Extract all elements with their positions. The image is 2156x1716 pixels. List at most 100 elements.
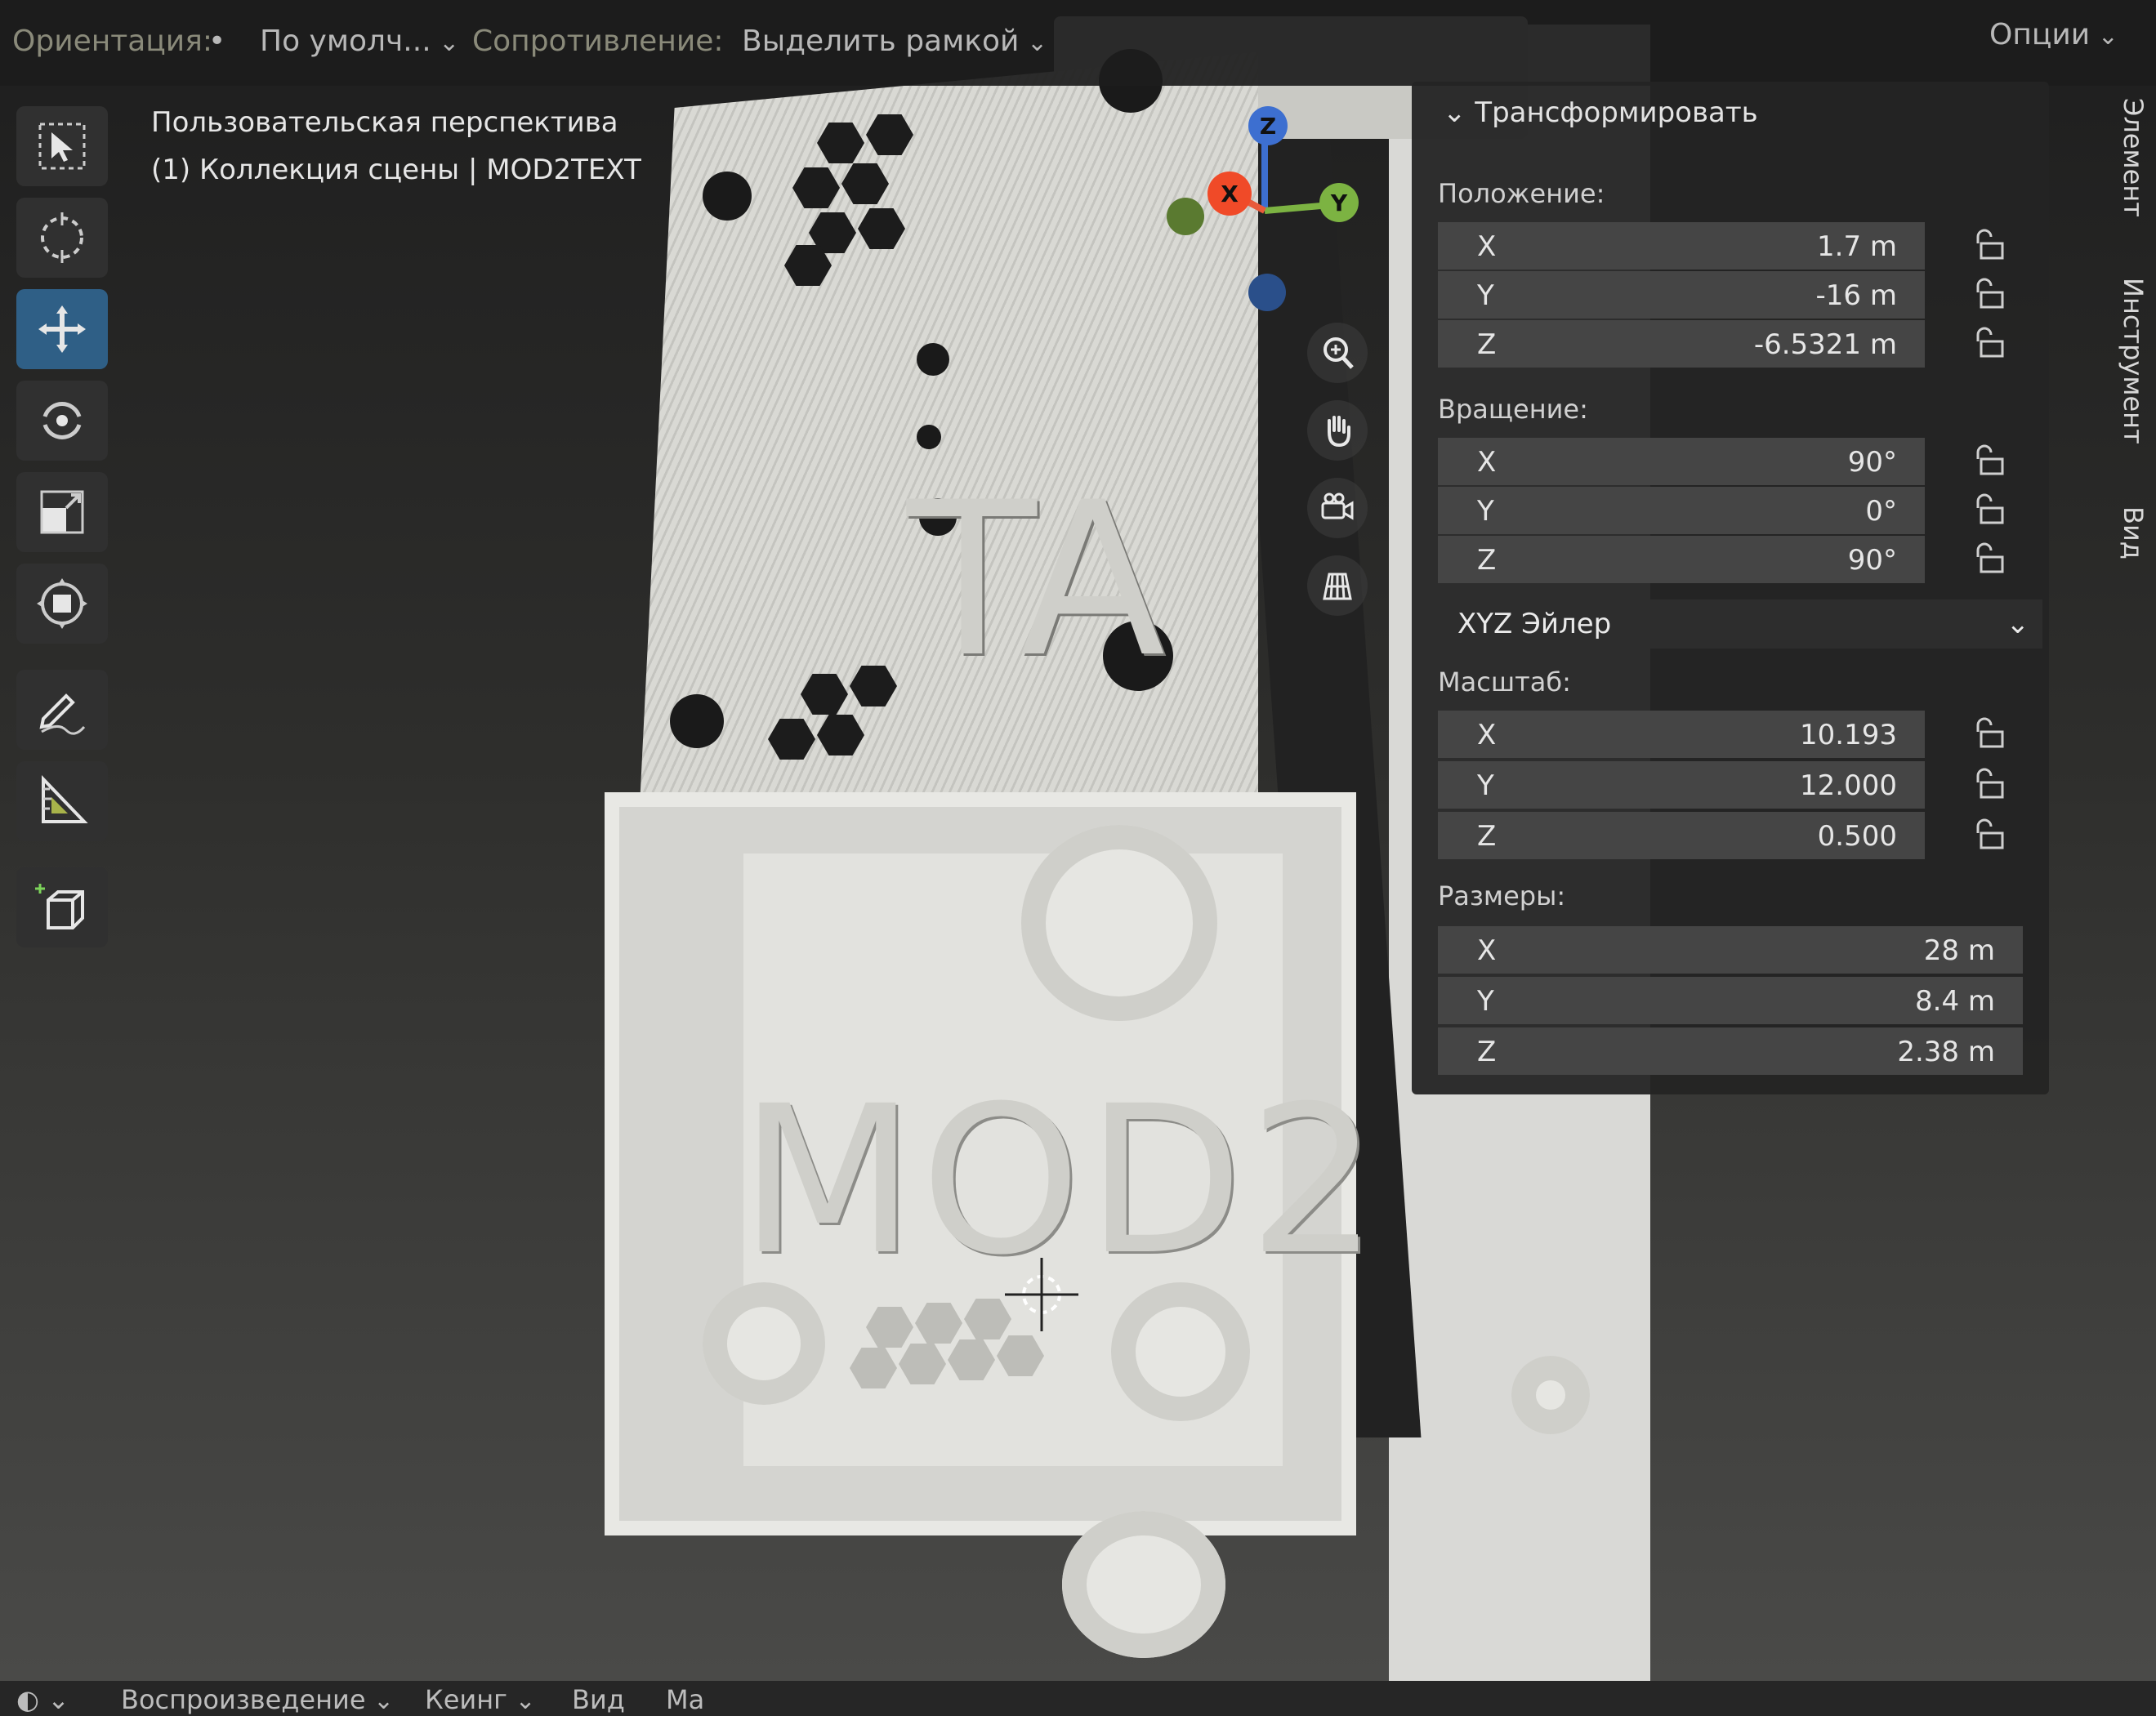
- 3d-cursor-icon: [1005, 1258, 1078, 1331]
- location-label: Положение:: [1438, 178, 1605, 209]
- tab-tool[interactable]: Инструмент: [2091, 278, 2149, 444]
- tab-item[interactable]: Элемент: [2091, 98, 2149, 217]
- navigation-gizmo[interactable]: Z X Y: [1160, 106, 1359, 327]
- model-hole: [670, 694, 724, 748]
- dimensions-z-field[interactable]: Z 2.38 m: [1438, 1027, 2023, 1075]
- pivot-dot-icon[interactable]: •: [208, 25, 225, 58]
- rotation-y-field[interactable]: Y 0°: [1438, 487, 1925, 534]
- axis-label: X: [1477, 446, 1497, 479]
- model-ring: [1021, 825, 1217, 1021]
- view-collection-label: (1) Коллекция сцены | MOD2TEXT: [151, 154, 641, 186]
- editor-type-icon[interactable]: ◐ ⌄: [16, 1684, 69, 1715]
- location-z-field[interactable]: Z -6.5321 m: [1438, 320, 1925, 368]
- transform-icon[interactable]: [16, 564, 108, 644]
- select-mode-dropdown[interactable]: Выделить рамкой: [742, 25, 1047, 58]
- model-ring: [1111, 1282, 1250, 1421]
- transform-panel: ⌄ Трансформировать Положение: X 1.7 m Y -1…: [1412, 82, 2049, 1094]
- lock-icon[interactable]: [1971, 444, 2007, 477]
- lock-icon[interactable]: [1971, 229, 2007, 261]
- lock-icon[interactable]: [1971, 818, 2007, 851]
- field-value: -16 m: [1815, 279, 1897, 312]
- measure-icon[interactable]: [16, 761, 108, 841]
- field-value: 1.7 m: [1817, 230, 1897, 263]
- timeline-header: ◐ ⌄ Воспроизведение Кеинг Вид Ма: [0, 1681, 2156, 1716]
- view-menu[interactable]: Вид: [572, 1684, 625, 1715]
- scale-x-field[interactable]: X 10.193: [1438, 711, 1925, 758]
- lock-icon[interactable]: [1971, 493, 2007, 526]
- tab-view[interactable]: Вид: [2091, 506, 2149, 559]
- field-value: 10.193: [1800, 719, 1897, 751]
- view-perspective-label: Пользовательская перспектива: [151, 106, 618, 139]
- gizmo-z-axis[interactable]: Z: [1248, 106, 1288, 145]
- chevron-down-icon[interactable]: ⌄: [1443, 96, 1475, 129]
- rotation-mode-select[interactable]: XYZ Эйлер ⌄: [1438, 599, 2042, 649]
- axis-label: Y: [1477, 769, 1494, 802]
- model-ring: [703, 1282, 825, 1405]
- orientation-label: Ориентация:: [12, 25, 212, 58]
- dimensions-label: Размеры:: [1438, 880, 1566, 911]
- field-value: -6.5321 m: [1753, 328, 1897, 361]
- location-y-field[interactable]: Y -16 m: [1438, 271, 1925, 319]
- axis-label: Z: [1477, 820, 1497, 853]
- lock-icon[interactable]: [1971, 278, 2007, 310]
- axis-label: Z: [1477, 1036, 1497, 1068]
- annotate-icon[interactable]: [16, 670, 108, 750]
- model-hole: [703, 172, 752, 221]
- rotate-icon[interactable]: [16, 381, 108, 461]
- scale-icon[interactable]: [16, 472, 108, 552]
- location-x-field[interactable]: X 1.7 m: [1438, 222, 1925, 270]
- dimensions-x-field[interactable]: X 28 m: [1438, 926, 2023, 974]
- lock-icon[interactable]: [1971, 768, 2007, 800]
- camera-icon[interactable]: [1307, 478, 1368, 538]
- pan-hand-icon[interactable]: [1307, 400, 1368, 461]
- orientation-dropdown[interactable]: По умолч...: [260, 25, 459, 58]
- model-ring: [1511, 1356, 1590, 1434]
- field-value: 0.500: [1817, 820, 1897, 853]
- field-value: 28 m: [1923, 934, 1995, 967]
- field-value: 0°: [1865, 495, 1897, 528]
- select-icon[interactable]: [16, 106, 108, 186]
- model-hole: [917, 425, 941, 449]
- field-value: 8.4 m: [1915, 985, 1995, 1018]
- move-icon[interactable]: [16, 289, 108, 369]
- axis-label: Y: [1477, 495, 1494, 528]
- select-value: XYZ Эйлер: [1457, 608, 1612, 640]
- axis-label: Y: [1477, 985, 1494, 1018]
- zoom-icon[interactable]: [1307, 323, 1368, 383]
- axis-label: Z: [1477, 328, 1497, 361]
- axis-label: X: [1477, 230, 1497, 263]
- gizmo-neg-y-axis[interactable]: [1167, 198, 1204, 235]
- marker-menu[interactable]: Ма: [666, 1684, 704, 1715]
- lock-icon[interactable]: [1971, 717, 2007, 750]
- axis-label: Z: [1477, 544, 1497, 577]
- field-value: 90°: [1847, 446, 1897, 479]
- axis-label: X: [1477, 719, 1497, 751]
- gizmo-x-axis[interactable]: X: [1207, 172, 1252, 216]
- grid-ortho-icon[interactable]: [1307, 555, 1368, 616]
- chevron-down-icon: ⌄: [2006, 608, 2030, 640]
- add-cube-icon[interactable]: [16, 867, 108, 947]
- field-value: 12.000: [1800, 769, 1897, 802]
- rotation-z-field[interactable]: Z 90°: [1438, 536, 1925, 583]
- model-hole: [917, 343, 949, 376]
- snap-label: Сопротивление:: [472, 25, 724, 58]
- panel-title: Трансформировать: [1475, 96, 1758, 129]
- playback-menu[interactable]: Воспроизведение: [121, 1684, 394, 1715]
- axis-label: X: [1477, 934, 1497, 967]
- tool-shelf: [16, 106, 110, 947]
- lock-icon[interactable]: [1971, 542, 2007, 575]
- field-value: 90°: [1847, 544, 1897, 577]
- cursor-icon[interactable]: [16, 198, 108, 278]
- gizmo-neg-z-axis[interactable]: [1248, 274, 1286, 311]
- keying-menu[interactable]: Кеинг: [425, 1684, 536, 1715]
- options-dropdown[interactable]: Опции: [1989, 18, 2118, 51]
- rotation-x-field[interactable]: X 90°: [1438, 438, 1925, 485]
- dimensions-y-field[interactable]: Y 8.4 m: [1438, 977, 2023, 1024]
- gizmo-y-axis[interactable]: Y: [1319, 183, 1359, 222]
- scale-z-field[interactable]: Z 0.500: [1438, 812, 1925, 859]
- lock-icon[interactable]: [1971, 327, 2007, 359]
- panel-header[interactable]: ⌄ Трансформировать: [1443, 96, 1758, 129]
- scale-y-field[interactable]: Y 12.000: [1438, 761, 1925, 809]
- model-ring: [1062, 1511, 1225, 1658]
- model-engraved-text: TA: [907, 457, 1166, 704]
